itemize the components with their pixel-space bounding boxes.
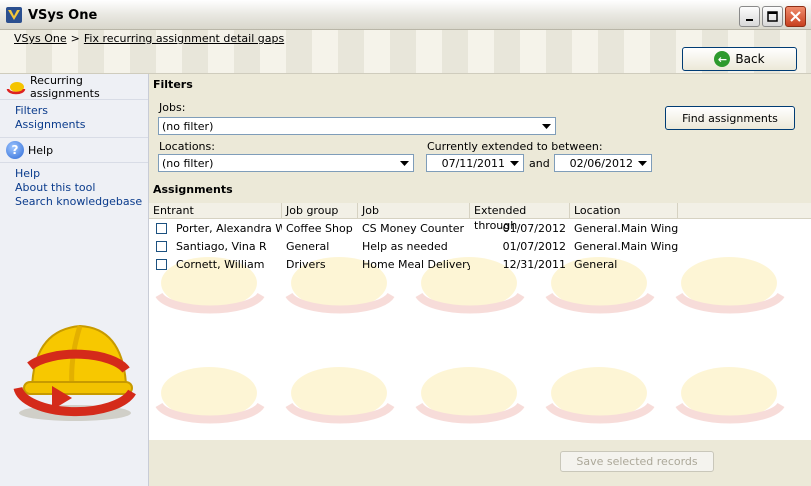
maximize-icon [767,11,778,22]
sidebar-item-filters[interactable]: Filters [15,104,148,117]
cell-job: CS Money Counter [362,221,465,235]
cell-job-group: Drivers [286,257,326,271]
date-from-value: 07/11/2011 [441,156,505,170]
sidebar-section-help: ? Help [0,137,148,163]
maximize-button[interactable] [762,6,783,27]
back-arrow-icon: ← [714,51,731,67]
sidebar-section-recurring: Recurring assignments [0,74,148,100]
table-header: Entrant Job group Job Extended through L… [149,203,811,232]
column-header-job-group[interactable]: Job group [282,203,358,219]
sidebar-help-label: Help [28,143,54,157]
column-header-job[interactable]: Job [358,203,470,219]
chevron-down-icon [397,156,412,170]
and-label: and [529,157,550,170]
assignments-heading: Assignments [153,183,233,196]
window-title: VSys One [28,8,98,23]
cell-extended-through: 01/07/2012 [502,239,566,253]
extended-range-label: Currently extended to between: [427,140,603,153]
filters-heading: Filters [153,78,193,91]
table-row[interactable]: Santiago, Vina R General Help as needed … [149,237,811,255]
chevron-down-icon [507,156,522,170]
column-header-location[interactable]: Location [570,203,678,219]
sidebar-item-assignments[interactable]: Assignments [15,118,148,131]
help-link[interactable]: Help [15,167,148,180]
locations-label: Locations: [159,140,215,153]
breadcrumb-root-link[interactable]: VSys One [14,32,67,45]
cell-location: General.Main Wing [574,221,678,235]
column-header-entrant[interactable]: Entrant [149,203,282,219]
help-icon: ? [6,141,24,159]
date-from-picker[interactable]: 07/11/2011 [426,154,524,172]
table-row[interactable]: Cornett, William Drivers Home Meal Deliv… [149,255,811,273]
save-selected-records-button[interactable]: Save selected records [560,451,714,472]
help-links: Help About this tool Search knowledgebas… [0,163,148,214]
row-checkbox[interactable] [156,222,167,234]
minimize-button[interactable] [739,6,760,27]
sidebar: Recurring assignments Filters Assignment… [0,74,149,486]
cell-job: Home Meal Delivery [362,257,470,271]
cell-location: General [574,257,618,271]
cell-entrant: Porter, Alexandra W [176,221,282,235]
minimize-icon [745,18,753,21]
jobs-select[interactable]: (no filter) [158,117,556,135]
row-checkbox[interactable] [156,240,167,252]
column-header-extended-through[interactable]: Extended through [470,203,570,232]
locations-select-value: (no filter) [162,156,214,170]
search-knowledgebase-link[interactable]: Search knowledgebase [15,195,148,208]
cell-extended-through: 01/07/2012 [502,221,566,235]
chevron-down-icon [635,156,650,170]
back-button[interactable]: ← Back [682,47,797,71]
main-panel: Filters Jobs: (no filter) Find assignmen… [149,74,811,486]
about-tool-link[interactable]: About this tool [15,181,148,194]
date-to-picker[interactable]: 02/06/2012 [554,154,652,172]
cell-location: General.Main Wing [574,239,678,253]
date-to-value: 02/06/2012 [569,156,633,170]
header-banner: VSys One > Fix recurring assignment detail… [0,30,811,74]
app-logo-icon [6,7,22,23]
cell-entrant: Santiago, Vina R [176,239,267,253]
jobs-label: Jobs: [159,101,186,114]
close-icon [790,11,801,22]
hardhat-logo-icon [13,324,136,421]
sidebar-nav: Filters Assignments [0,100,148,137]
assignments-header-bar: Assignments [149,180,811,200]
assignments-table: Entrant Job group Job Extended through L… [149,203,811,440]
row-checkbox[interactable] [156,258,167,270]
sidebar-section-label: Recurring assignments [30,73,100,100]
close-button[interactable] [785,6,806,27]
breadcrumb: VSys One > Fix recurring assignment detail… [14,32,284,45]
find-assignments-button[interactable]: Find assignments [665,106,795,130]
cell-job: Help as needed [362,239,448,253]
cell-job-group: Coffee Shop [286,221,353,235]
recurring-hardhat-icon [6,79,26,95]
cell-entrant: Cornett, William [176,257,265,271]
jobs-select-value: (no filter) [162,119,214,133]
back-button-label: Back [735,52,765,66]
breadcrumb-separator: > [70,32,80,45]
title-bar: VSys One [0,0,811,30]
table-row[interactable]: Porter, Alexandra W Coffee Shop CS Money… [149,219,811,237]
breadcrumb-current-link[interactable]: Fix recurring assignment detail gaps [84,32,284,45]
chevron-down-icon [539,119,554,133]
locations-select[interactable]: (no filter) [158,154,414,172]
cell-extended-through: 12/31/2011 [502,257,566,271]
cell-job-group: General [286,239,330,253]
